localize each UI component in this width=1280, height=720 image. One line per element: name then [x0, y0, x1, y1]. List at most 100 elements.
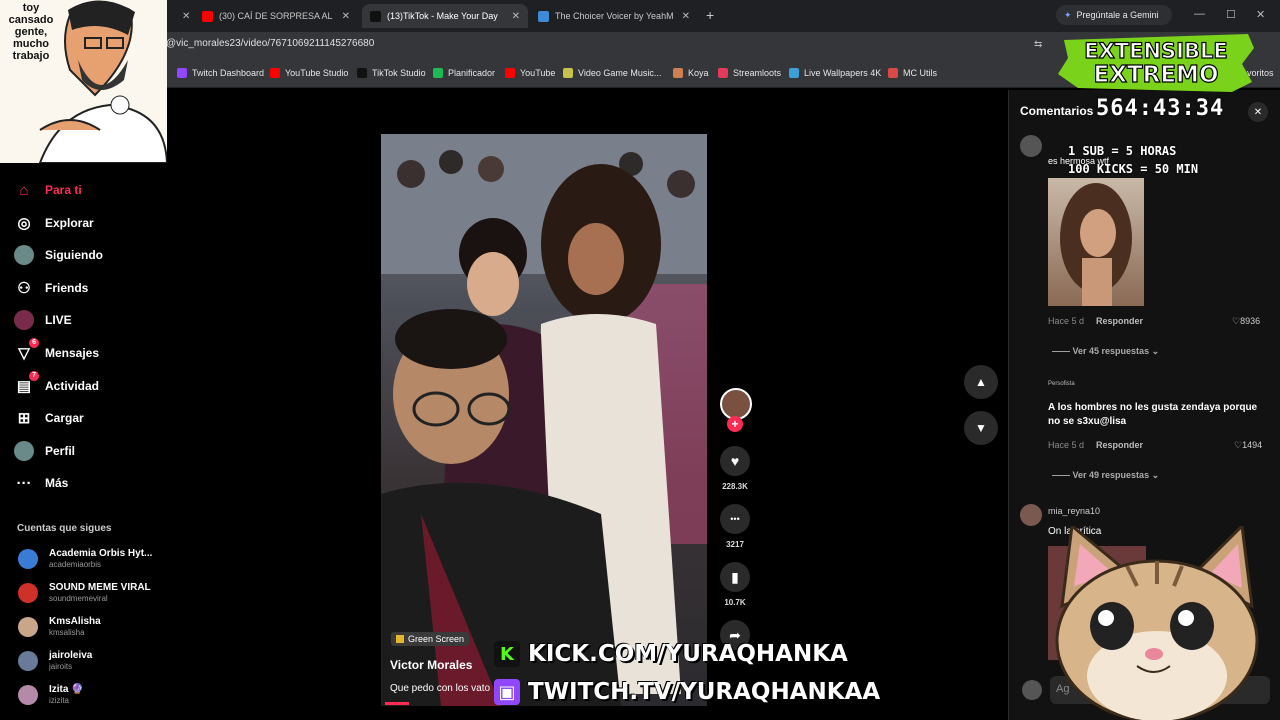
comment-count: 3217: [726, 540, 744, 549]
browser-tab[interactable]: (13)TikTok - Make Your Day ✕: [362, 4, 528, 28]
logo-line2: EXTREMO: [1094, 62, 1219, 88]
bookmark-item[interactable]: YouTube Studio: [270, 68, 348, 78]
save-action[interactable]: ▮ 10.7K: [718, 562, 752, 607]
divider-line: ——: [1052, 470, 1073, 480]
comment-avatar[interactable]: [1020, 504, 1042, 526]
bookmark-item[interactable]: TikTok Studio: [357, 68, 426, 78]
home-icon: ⌂: [19, 181, 29, 199]
bookmark-item[interactable]: Twitch Dashboard: [177, 68, 264, 78]
minimize-icon[interactable]: —: [1194, 8, 1205, 20]
comment-like[interactable]: ♡8936: [1232, 316, 1260, 327]
close-icon[interactable]: ✕: [182, 11, 190, 22]
sidebar-item-ms[interactable]: ··· Más: [14, 473, 69, 493]
comment-image[interactable]: [1048, 178, 1144, 306]
heart-outline-icon: ♡: [1234, 440, 1243, 450]
video-caption: Que pedo con los vato: [390, 683, 491, 694]
subathon-timer: 564:43:34: [1096, 96, 1225, 121]
tab-favicon-icon: [202, 10, 213, 22]
comment-username[interactable]: mia_reyna10: [1048, 506, 1100, 516]
bookmark-label: Streamloots: [733, 68, 782, 78]
comment-action[interactable]: ••• 3217: [718, 504, 752, 549]
video-frame-illustration: [381, 134, 707, 706]
video-progress-bar[interactable]: [385, 702, 409, 705]
bookmark-item[interactable]: Streamloots: [718, 68, 781, 78]
bookmark-icon: [718, 68, 728, 78]
url-field[interactable]: @vic_morales23/video/7671069211145276680: [166, 38, 374, 49]
comment-like[interactable]: ♡1494: [1234, 440, 1262, 451]
sidebar-item-label: Explorar: [45, 216, 94, 230]
comment-icon[interactable]: •••: [720, 504, 750, 534]
cartoon-caption: toy cansado gente, mucho trabajo: [8, 2, 54, 62]
sidebar-item-live[interactable]: LIVE: [14, 310, 72, 330]
heart-icon[interactable]: ♥: [720, 446, 750, 476]
view-replies-button[interactable]: —— Ver 49 respuestas ⌄: [1052, 470, 1159, 481]
bookmark-label: YouTube: [520, 68, 556, 78]
notification-badge: 7: [29, 371, 39, 381]
sidebar-item-explorar[interactable]: ◎ Explorar: [14, 213, 94, 233]
comment-meta: Hace 5 d Responder: [1048, 440, 1143, 450]
sidebar-item-perfil[interactable]: Perfil: [14, 441, 75, 461]
reply-button[interactable]: Responder: [1096, 440, 1143, 450]
close-window-icon[interactable]: ✕: [1256, 8, 1265, 21]
account-handle: soundmemeviral: [49, 594, 108, 603]
next-video-button[interactable]: ▼: [964, 411, 998, 445]
previous-video-button[interactable]: ▲: [964, 365, 998, 399]
bookmark-item[interactable]: Planificador: [433, 68, 495, 78]
new-tab-button[interactable]: +: [706, 7, 714, 23]
translate-icon[interactable]: ⇆: [1034, 39, 1042, 50]
gemini-button[interactable]: ✦ Pregúntale a Gemini: [1056, 5, 1172, 25]
bookmark-icon: [505, 68, 515, 78]
maximize-icon[interactable]: ☐: [1226, 8, 1236, 21]
video-player[interactable]: Green Screen Victor Morales Que pedo con…: [381, 134, 707, 706]
following-account[interactable]: Academia Orbis Hyt... academiaorbis: [18, 548, 152, 570]
twitch-icon: ▣: [494, 679, 520, 705]
comment-username[interactable]: Persofista: [1048, 381, 1075, 387]
save-count: 10.7K: [724, 598, 746, 607]
chevron-down-icon: ▼: [975, 421, 987, 435]
tab-favicon-icon: [538, 10, 549, 22]
like-action[interactable]: ♥ 228.3K: [718, 446, 752, 491]
close-icon[interactable]: ✕: [682, 11, 690, 22]
twitch-banner: ▣ TWITCH.TV/YURAQHANKAA: [494, 679, 880, 705]
bookmark-icon[interactable]: ▮: [720, 562, 750, 592]
following-account[interactable]: SOUND MEME VIRAL soundmemeviral: [18, 582, 151, 604]
comment-avatar[interactable]: [1020, 135, 1042, 157]
sidebar-item-actividad[interactable]: ▤ 7 Actividad: [14, 371, 100, 396]
bookmark-item[interactable]: MC Utils: [888, 68, 937, 78]
bookmark-item[interactable]: Live Wallpapers 4K: [789, 68, 881, 78]
browser-tab[interactable]: (30) CAÍ DE SORPRESA AL E ✕: [194, 4, 358, 28]
sidebar-item-cargar[interactable]: ⊞ Cargar: [14, 408, 84, 428]
account-name: SOUND MEME VIRAL: [49, 582, 151, 593]
logo-line1: EXTENSIBLE: [1084, 39, 1227, 63]
view-replies-button[interactable]: —— Ver 45 respuestas ⌄: [1052, 346, 1159, 357]
close-icon[interactable]: ✕: [512, 11, 520, 22]
chevron-down-icon: ⌄: [1149, 470, 1160, 480]
sidebar-item-friends[interactable]: ⚇ Friends: [14, 278, 88, 298]
avatar: [18, 685, 38, 705]
green-screen-sticker[interactable]: Green Screen: [391, 632, 470, 646]
sidebar-item-label: Para ti: [45, 183, 82, 197]
following-account[interactable]: Izita 🔮 izizita: [18, 684, 84, 706]
sidebar-item-siguiendo[interactable]: Siguiendo: [14, 245, 103, 265]
bookmark-item[interactable]: Koya: [673, 68, 709, 78]
divider-line: ——: [1052, 346, 1073, 356]
sidebar-item-mensajes[interactable]: ▽ 6 Mensajes: [14, 338, 99, 363]
bookmark-item[interactable]: YouTube: [505, 68, 555, 78]
close-comments-button[interactable]: ✕: [1248, 102, 1268, 122]
tab-close-button[interactable]: ✕: [170, 4, 194, 28]
browser-tab[interactable]: The Choicer Voicer by YeahMay ✕: [530, 4, 698, 28]
following-account[interactable]: KmsAlisha kmsalisha: [18, 616, 101, 638]
streamer-cartoon-overlay: toy cansado gente, mucho trabajo: [0, 0, 167, 163]
video-author[interactable]: Victor Morales: [390, 658, 472, 672]
twitch-url: TWITCH.TV/YURAQHANKAA: [528, 679, 881, 705]
sidebar-item-label: Actividad: [45, 379, 100, 393]
reply-button[interactable]: Responder: [1096, 316, 1143, 326]
kick-banner: K KICK.COM/YURAQHANKA: [494, 641, 848, 667]
following-avatar-icon: [14, 245, 34, 265]
following-account[interactable]: jairoleiva jairoits: [18, 650, 92, 672]
close-icon[interactable]: ✕: [342, 11, 350, 22]
bookmark-item[interactable]: Video Game Music...: [563, 68, 661, 78]
follow-plus-button[interactable]: +: [727, 416, 743, 432]
compass-icon: ◎: [17, 215, 31, 232]
sidebar-item-parati[interactable]: ⌂ Para ti: [14, 180, 82, 200]
